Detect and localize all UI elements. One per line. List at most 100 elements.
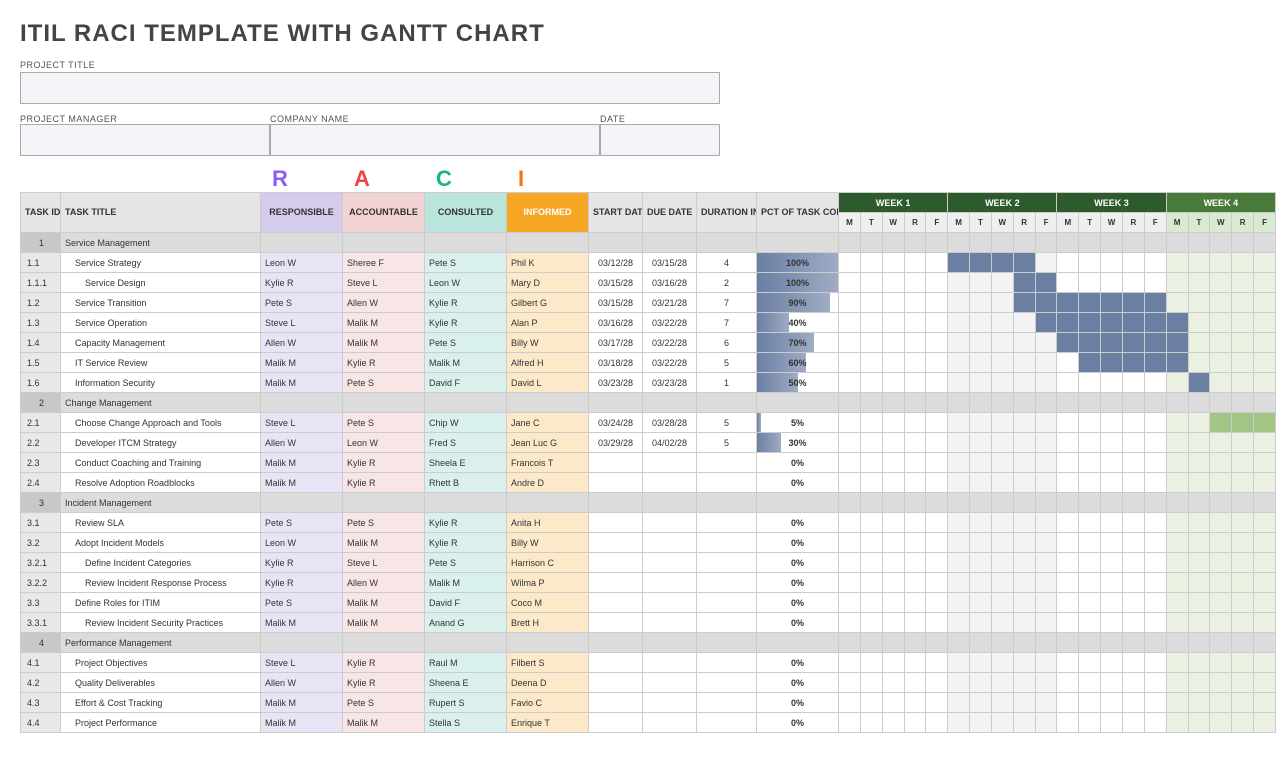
cell-start-date[interactable] bbox=[589, 713, 643, 733]
cell-duration[interactable] bbox=[697, 453, 757, 473]
cell-start-date[interactable] bbox=[589, 613, 643, 633]
cell-task-id[interactable]: 2.3 bbox=[21, 453, 61, 473]
cell-r[interactable]: Malik M bbox=[261, 713, 343, 733]
cell-task-id[interactable]: 3.2.2 bbox=[21, 573, 61, 593]
cell-a[interactable]: Malik M bbox=[343, 593, 425, 613]
cell-start-date[interactable]: 03/17/28 bbox=[589, 333, 643, 353]
cell-c[interactable]: Pete S bbox=[425, 333, 507, 353]
cell-task-id[interactable]: 4 bbox=[21, 633, 61, 653]
cell-i[interactable]: Coco M bbox=[507, 593, 589, 613]
cell-duration[interactable]: 5 bbox=[697, 353, 757, 373]
cell-a[interactable]: Malik M bbox=[343, 713, 425, 733]
cell-duration[interactable] bbox=[697, 553, 757, 573]
cell-a[interactable]: Kylie R bbox=[343, 453, 425, 473]
cell-task-id[interactable]: 4.3 bbox=[21, 693, 61, 713]
cell-due-date[interactable]: 03/23/28 bbox=[643, 373, 697, 393]
cell-start-date[interactable]: 03/12/28 bbox=[589, 253, 643, 273]
cell-c[interactable]: Pete S bbox=[425, 253, 507, 273]
cell-duration[interactable]: 5 bbox=[697, 413, 757, 433]
cell-task-id[interactable]: 3.3.1 bbox=[21, 613, 61, 633]
cell-duration[interactable] bbox=[697, 713, 757, 733]
cell-c[interactable] bbox=[425, 393, 507, 413]
cell-duration[interactable] bbox=[697, 593, 757, 613]
cell-i[interactable]: Phil K bbox=[507, 253, 589, 273]
cell-pct[interactable]: 100% bbox=[757, 253, 839, 273]
cell-r[interactable]: Kylie R bbox=[261, 273, 343, 293]
cell-r[interactable]: Kylie R bbox=[261, 553, 343, 573]
cell-a[interactable]: Steve L bbox=[343, 553, 425, 573]
cell-a[interactable]: Kylie R bbox=[343, 653, 425, 673]
cell-duration[interactable] bbox=[697, 493, 757, 513]
cell-duration[interactable] bbox=[697, 233, 757, 253]
cell-pct[interactable]: 0% bbox=[757, 453, 839, 473]
cell-a[interactable]: Kylie R bbox=[343, 673, 425, 693]
cell-task-id[interactable]: 2.4 bbox=[21, 473, 61, 493]
cell-start-date[interactable]: 03/15/28 bbox=[589, 273, 643, 293]
cell-r[interactable]: Pete S bbox=[261, 593, 343, 613]
cell-r[interactable]: Allen W bbox=[261, 433, 343, 453]
cell-task-id[interactable]: 1.5 bbox=[21, 353, 61, 373]
cell-start-date[interactable]: 03/29/28 bbox=[589, 433, 643, 453]
cell-start-date[interactable]: 03/18/28 bbox=[589, 353, 643, 373]
cell-due-date[interactable] bbox=[643, 613, 697, 633]
cell-r[interactable]: Malik M bbox=[261, 353, 343, 373]
cell-a[interactable]: Allen W bbox=[343, 293, 425, 313]
cell-c[interactable]: David F bbox=[425, 373, 507, 393]
cell-task-id[interactable]: 3.2 bbox=[21, 533, 61, 553]
cell-due-date[interactable] bbox=[643, 513, 697, 533]
project-title-input[interactable] bbox=[20, 72, 720, 104]
cell-c[interactable]: Rupert S bbox=[425, 693, 507, 713]
cell-i[interactable]: Andre D bbox=[507, 473, 589, 493]
cell-task-title[interactable]: Quality Deliverables bbox=[61, 673, 261, 693]
cell-task-title[interactable]: Effort & Cost Tracking bbox=[61, 693, 261, 713]
cell-r[interactable]: Steve L bbox=[261, 413, 343, 433]
cell-due-date[interactable] bbox=[643, 713, 697, 733]
cell-c[interactable]: Kylie R bbox=[425, 313, 507, 333]
cell-due-date[interactable] bbox=[643, 593, 697, 613]
cell-task-title[interactable]: Service Transition bbox=[61, 293, 261, 313]
cell-duration[interactable] bbox=[697, 633, 757, 653]
cell-r[interactable]: Allen W bbox=[261, 333, 343, 353]
cell-duration[interactable]: 7 bbox=[697, 293, 757, 313]
cell-pct[interactable]: 90% bbox=[757, 293, 839, 313]
cell-task-title[interactable]: Project Objectives bbox=[61, 653, 261, 673]
cell-task-id[interactable]: 4.1 bbox=[21, 653, 61, 673]
cell-i[interactable]: Wilma P bbox=[507, 573, 589, 593]
cell-pct[interactable]: 50% bbox=[757, 373, 839, 393]
cell-task-id[interactable]: 3 bbox=[21, 493, 61, 513]
cell-duration[interactable]: 7 bbox=[697, 313, 757, 333]
cell-duration[interactable] bbox=[697, 613, 757, 633]
cell-task-title[interactable]: Review Incident Response Process bbox=[61, 573, 261, 593]
cell-start-date[interactable]: 03/24/28 bbox=[589, 413, 643, 433]
cell-duration[interactable] bbox=[697, 673, 757, 693]
cell-a[interactable] bbox=[343, 493, 425, 513]
cell-duration[interactable] bbox=[697, 573, 757, 593]
cell-a[interactable] bbox=[343, 393, 425, 413]
cell-task-title[interactable]: Review Incident Security Practices bbox=[61, 613, 261, 633]
cell-r[interactable]: Leon W bbox=[261, 533, 343, 553]
cell-due-date[interactable] bbox=[643, 533, 697, 553]
cell-i[interactable]: Favio C bbox=[507, 693, 589, 713]
cell-a[interactable]: Kylie R bbox=[343, 473, 425, 493]
cell-duration[interactable] bbox=[697, 393, 757, 413]
cell-a[interactable]: Sheree F bbox=[343, 253, 425, 273]
cell-i[interactable]: Billy W bbox=[507, 333, 589, 353]
cell-task-id[interactable]: 4.4 bbox=[21, 713, 61, 733]
cell-c[interactable]: Fred S bbox=[425, 433, 507, 453]
cell-start-date[interactable] bbox=[589, 233, 643, 253]
cell-a[interactable]: Malik M bbox=[343, 333, 425, 353]
cell-i[interactable]: Jane C bbox=[507, 413, 589, 433]
cell-i[interactable] bbox=[507, 393, 589, 413]
cell-r[interactable] bbox=[261, 493, 343, 513]
cell-a[interactable]: Malik M bbox=[343, 533, 425, 553]
cell-r[interactable]: Kylie R bbox=[261, 573, 343, 593]
cell-due-date[interactable]: 03/21/28 bbox=[643, 293, 697, 313]
cell-i[interactable]: Anita H bbox=[507, 513, 589, 533]
cell-r[interactable]: Pete S bbox=[261, 293, 343, 313]
cell-due-date[interactable] bbox=[643, 473, 697, 493]
cell-task-id[interactable]: 2.2 bbox=[21, 433, 61, 453]
cell-r[interactable]: Malik M bbox=[261, 613, 343, 633]
cell-c[interactable]: Anand G bbox=[425, 613, 507, 633]
company-name-input[interactable] bbox=[270, 124, 600, 156]
cell-a[interactable]: Pete S bbox=[343, 693, 425, 713]
